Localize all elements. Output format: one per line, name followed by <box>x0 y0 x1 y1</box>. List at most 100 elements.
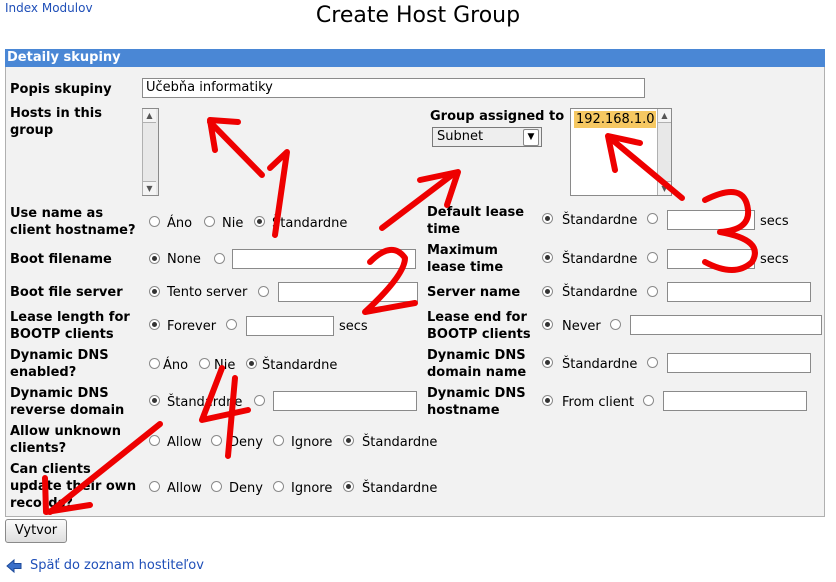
option-label: Allow <box>167 435 202 450</box>
lease-bootp-label: Lease length for BOOTP clients <box>10 310 130 342</box>
option-label: Tento server <box>167 285 248 300</box>
secs-label: secs <box>760 252 789 267</box>
option-label: Ignore <box>291 435 333 450</box>
ddns-reverse-input[interactable] <box>273 391 417 411</box>
back-arrow-icon[interactable] <box>6 558 22 574</box>
client-update-allow-radio[interactable] <box>149 481 160 492</box>
assigned-listbox[interactable]: 192.168.1.0 ▲ ▼ <box>570 108 672 196</box>
lease-bootp-input[interactable] <box>246 316 334 336</box>
server-name-default-radio[interactable] <box>542 286 553 297</box>
page-title: Create Host Group <box>315 3 521 28</box>
boot-filename-label: Boot filename <box>10 252 112 267</box>
ddns-domain-input[interactable] <box>667 353 811 373</box>
description-input[interactable]: Učebňa informatiky <box>142 78 645 98</box>
client-update-label: Can clients update their own records? <box>10 462 137 511</box>
scroll-down-icon[interactable]: ▼ <box>143 181 156 195</box>
option-label: Allow <box>167 481 202 496</box>
server-name-label: Server name <box>427 285 521 300</box>
option-label: Štandardne <box>362 435 438 450</box>
lease-bootp-custom-radio[interactable] <box>226 319 237 330</box>
option-label: Štandardne <box>262 358 338 373</box>
ddns-enabled-yes-radio[interactable] <box>149 358 160 369</box>
hosts-listbox[interactable]: ▲ ▼ <box>142 108 159 196</box>
max-lease-default-radio[interactable] <box>542 252 553 263</box>
option-label: Forever <box>167 319 217 334</box>
ddns-hostname-input[interactable] <box>663 391 807 411</box>
option-label: Nie <box>222 216 244 231</box>
ddns-domain-label: Dynamic DNS domain name <box>427 348 527 380</box>
max-lease-custom-radio[interactable] <box>647 252 658 263</box>
allow-unknown-label: Allow unknown clients? <box>10 424 122 456</box>
ddns-enabled-default-radio[interactable] <box>246 358 257 369</box>
option-label: Štandardne <box>562 285 638 300</box>
ddns-reverse-default-radio[interactable] <box>149 395 160 406</box>
allow-unknown-default-radio[interactable] <box>343 435 354 446</box>
default-lease-custom-radio[interactable] <box>647 213 658 224</box>
hosts-label: Hosts in this group <box>10 106 102 138</box>
scroll-up-icon[interactable]: ▲ <box>658 109 671 123</box>
boot-server-input[interactable] <box>278 282 418 302</box>
secs-label: secs <box>339 319 368 334</box>
option-label: Áno <box>167 216 193 231</box>
option-label: Štandardne <box>562 213 638 228</box>
option-label: Deny <box>229 481 263 496</box>
option-label: Štandardne <box>562 252 638 267</box>
option-label: From client <box>562 395 635 410</box>
option-label: Deny <box>229 435 263 450</box>
boot-filename-none-radio[interactable] <box>149 253 160 264</box>
option-label: Ignore <box>291 481 333 496</box>
boot-server-label: Boot file server <box>10 285 123 300</box>
use-name-no-radio[interactable] <box>204 216 215 227</box>
scroll-up-icon[interactable]: ▲ <box>143 109 156 123</box>
ddns-domain-custom-radio[interactable] <box>647 357 658 368</box>
boot-filename-input[interactable] <box>232 249 416 269</box>
ddns-hostname-custom-radio[interactable] <box>643 395 654 406</box>
option-label: Štandardne <box>362 481 438 496</box>
section-header: Detaily skupiny <box>5 49 825 67</box>
option-label: Áno <box>163 358 189 373</box>
use-name-default-radio[interactable] <box>254 216 265 227</box>
ddns-reverse-custom-radio[interactable] <box>254 395 265 406</box>
description-label: Popis skupiny <box>10 82 112 97</box>
lease-bootp-forever-radio[interactable] <box>149 319 160 330</box>
allow-unknown-ignore-radio[interactable] <box>273 435 284 446</box>
assigned-list-item[interactable]: 192.168.1.0 <box>574 111 656 128</box>
use-name-label: Use name as client hostname? <box>10 206 136 238</box>
client-update-deny-radio[interactable] <box>211 481 222 492</box>
default-lease-label: Default lease time <box>427 205 525 237</box>
option-label: Štandardne <box>272 216 348 231</box>
ddns-enabled-no-radio[interactable] <box>199 358 210 369</box>
max-lease-input[interactable] <box>667 249 755 269</box>
lease-end-never-radio[interactable] <box>542 319 553 330</box>
lease-end-input[interactable] <box>630 315 822 335</box>
boot-server-this-radio[interactable] <box>149 286 160 297</box>
client-update-ignore-radio[interactable] <box>273 481 284 492</box>
assigned-label: Group assigned to <box>430 109 565 124</box>
ddns-reverse-label: Dynamic DNS reverse domain <box>10 386 125 418</box>
lease-end-custom-radio[interactable] <box>610 319 621 330</box>
client-update-default-radio[interactable] <box>343 481 354 492</box>
scroll-down-icon[interactable]: ▼ <box>658 181 671 195</box>
max-lease-label: Maximum lease time <box>427 243 504 275</box>
server-name-input[interactable] <box>667 282 811 302</box>
secs-label: secs <box>760 214 789 229</box>
option-label: Štandardne <box>167 395 243 410</box>
allow-unknown-deny-radio[interactable] <box>211 435 222 446</box>
default-lease-input[interactable] <box>667 210 755 230</box>
back-to-hosts-link[interactable]: Späť do zoznam hostiteľov <box>30 558 204 573</box>
option-label: Never <box>562 319 601 334</box>
ddns-domain-default-radio[interactable] <box>542 357 553 368</box>
option-label: None <box>167 252 201 267</box>
option-label: Štandardne <box>562 357 638 372</box>
boot-server-custom-radio[interactable] <box>258 286 269 297</box>
assigned-type-select[interactable]: Subnet ▼ <box>432 127 542 147</box>
default-lease-default-radio[interactable] <box>542 213 553 224</box>
ddns-enabled-label: Dynamic DNS enabled? <box>10 348 109 380</box>
allow-unknown-allow-radio[interactable] <box>149 435 160 446</box>
create-button[interactable]: Vytvor <box>5 519 67 543</box>
boot-filename-custom-radio[interactable] <box>214 253 225 264</box>
ddns-hostname-client-radio[interactable] <box>542 395 553 406</box>
server-name-custom-radio[interactable] <box>647 286 658 297</box>
use-name-yes-radio[interactable] <box>149 216 160 227</box>
option-label: Nie <box>214 358 236 373</box>
